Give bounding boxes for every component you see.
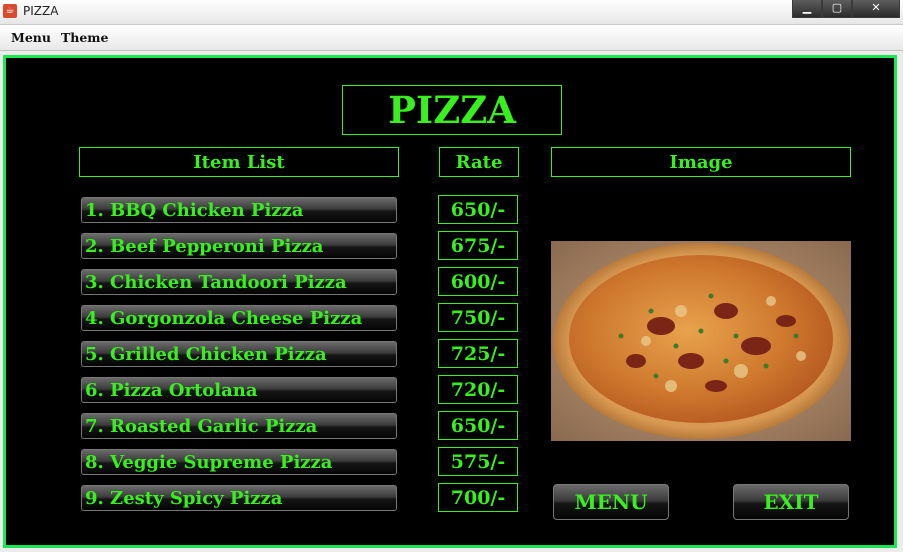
- rate-field-7: 650/-: [438, 411, 518, 440]
- menu-bar: Menu Theme: [0, 25, 903, 51]
- item-button-7[interactable]: 7. Roasted Garlic Pizza: [81, 413, 397, 439]
- pizza-illustration: [551, 241, 851, 441]
- item-button-2[interactable]: 2. Beef Pepperoni Pizza: [81, 233, 397, 259]
- rate-field-1: 650/-: [438, 195, 518, 224]
- rate-field-9: 700/-: [438, 483, 518, 512]
- item-button-3[interactable]: 3. Chicken Tandoori Pizza: [81, 269, 397, 295]
- maximize-button[interactable]: ▢: [822, 0, 852, 18]
- item-button-6[interactable]: 6. Pizza Ortolana: [81, 377, 397, 403]
- window-title: PIZZA: [23, 4, 59, 18]
- item-button-4[interactable]: 4. Gorgonzola Cheese Pizza: [81, 305, 397, 331]
- exit-button[interactable]: EXIT: [733, 484, 849, 520]
- rate-field-5: 725/-: [438, 339, 518, 368]
- rate-field-4: 750/-: [438, 303, 518, 332]
- rate-header: Rate: [439, 147, 519, 177]
- item-button-1[interactable]: 1. BBQ Chicken Pizza: [81, 197, 397, 223]
- menu-menu[interactable]: Menu: [6, 30, 56, 45]
- menu-button[interactable]: MENU: [553, 484, 669, 520]
- pizza-image: [551, 241, 851, 441]
- item-button-9[interactable]: 9. Zesty Spicy Pizza: [81, 485, 397, 511]
- close-button[interactable]: ✕: [852, 0, 900, 18]
- page-title: PIZZA: [342, 85, 562, 135]
- item-button-5[interactable]: 5. Grilled Chicken Pizza: [81, 341, 397, 367]
- rate-field-2: 675/-: [438, 231, 518, 260]
- java-cup-icon: ☕: [3, 4, 17, 18]
- main-panel: PIZZA Item List Rate Image 1. BBQ Chicke…: [3, 55, 897, 548]
- item-button-8[interactable]: 8. Veggie Supreme Pizza: [81, 449, 397, 475]
- window-controls: ▁ ▢ ✕: [792, 0, 900, 18]
- image-header: Image: [551, 147, 851, 177]
- rate-field-8: 575/-: [438, 447, 518, 476]
- rate-field-6: 720/-: [438, 375, 518, 404]
- title-bar[interactable]: ☕ PIZZA ▁ ▢ ✕: [0, 0, 903, 25]
- app-window: ☕ PIZZA ▁ ▢ ✕ Menu Theme PIZZA Item List…: [0, 0, 903, 552]
- rate-field-3: 600/-: [438, 267, 518, 296]
- item-list-header: Item List: [79, 147, 399, 177]
- minimize-button[interactable]: ▁: [792, 0, 822, 18]
- menu-theme[interactable]: Theme: [56, 30, 114, 45]
